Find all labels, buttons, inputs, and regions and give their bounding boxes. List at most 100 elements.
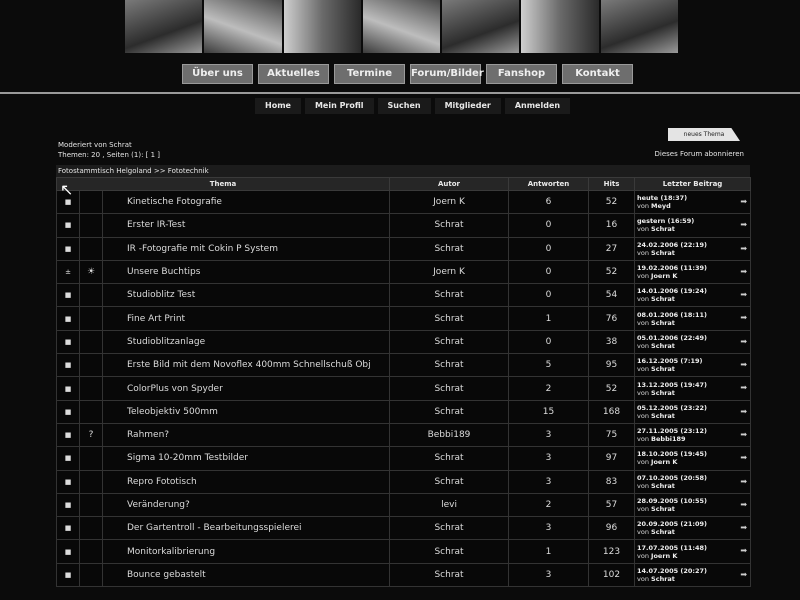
topic-title-link[interactable]: Der Gartentroll - Bearbeitungsspielerei xyxy=(101,516,391,541)
topic-author[interactable]: Schrat xyxy=(389,283,510,308)
topic-author[interactable]: Bebbi189 xyxy=(389,422,510,448)
nav-mein-profil[interactable]: Mein Profil xyxy=(304,98,374,114)
column-header-antworten[interactable]: Antworten xyxy=(508,177,590,191)
nav-aktuelles[interactable]: Aktuelles xyxy=(258,64,329,84)
topic-author[interactable]: Schrat xyxy=(389,446,510,471)
topic-title-link[interactable]: Studioblitzanlage xyxy=(101,329,391,355)
table-row[interactable]: ■ Erste Bild mit dem Novoflex 400mm Schne… xyxy=(56,353,752,378)
go-to-last-post-icon[interactable]: ➡ xyxy=(740,384,747,392)
go-to-last-post-icon[interactable]: ➡ xyxy=(740,570,747,579)
table-row[interactable]: ■ Monitorkalibrierung Schrat 1 123 17.07.2005… xyxy=(56,539,752,564)
breadcrumb[interactable]: Fotostammtisch Helgoland >> Fototechnik xyxy=(56,165,750,177)
last-post-author[interactable]: Bebbi189 xyxy=(651,435,685,443)
go-to-last-post-icon[interactable]: ➡ xyxy=(740,244,747,253)
last-post-author[interactable]: Schrat xyxy=(651,575,675,583)
table-row[interactable]: ■ Teleobjektiv 500mm Schrat 15 168 05.12.2005… xyxy=(56,399,752,424)
nav-kontakt[interactable]: Kontakt xyxy=(562,64,633,84)
last-post-author[interactable]: Schrat xyxy=(651,225,675,233)
nav-fanshop[interactable]: Fanshop xyxy=(486,64,557,84)
nav-mitglieder[interactable]: Mitglieder xyxy=(434,98,501,114)
topic-author[interactable]: Schrat xyxy=(389,562,510,588)
go-to-last-post-icon[interactable]: ➡ xyxy=(740,477,747,486)
go-to-last-post-icon[interactable]: ➡ xyxy=(740,547,747,555)
nav-home[interactable]: Home xyxy=(255,98,301,114)
nav-forum-bilder[interactable]: Forum/Bilder xyxy=(410,64,484,84)
last-post-author[interactable]: Schrat xyxy=(651,295,675,303)
topic-author[interactable]: Joern K xyxy=(389,259,510,285)
last-post-author[interactable]: Schrat xyxy=(651,319,675,327)
topic-title-link[interactable]: Rahmen? xyxy=(101,422,391,448)
go-to-last-post-icon[interactable]: ➡ xyxy=(740,198,747,206)
go-to-last-post-icon[interactable]: ➡ xyxy=(740,524,747,532)
column-header-hits[interactable]: Hits xyxy=(588,177,636,191)
table-row[interactable]: ■ Sigma 10-20mm Testbilder Schrat 3 97 18.10.… xyxy=(56,446,752,471)
table-row[interactable]: ■ Der Gartentroll - Bearbeitungsspielerei… xyxy=(56,516,752,541)
topic-author[interactable]: Schrat xyxy=(389,213,510,238)
last-post-author[interactable]: Schrat xyxy=(651,528,675,536)
column-header-letzter-beitrag[interactable]: Letzter Beitrag xyxy=(634,177,752,191)
topic-author[interactable]: Schrat xyxy=(389,539,510,564)
last-post-author[interactable]: Schrat xyxy=(651,412,675,420)
table-row[interactable]: ■ Studioblitzanlage Schrat 0 38 05.01.2006 (2… xyxy=(56,329,752,355)
subscribe-link[interactable]: Dieses Forum abonnieren xyxy=(655,150,745,158)
last-post-author[interactable]: Schrat xyxy=(651,249,675,257)
table-row[interactable]: ■ Erster IR-Test Schrat 0 16 gestern (16:59) v… xyxy=(56,213,752,238)
nav-anmelden[interactable]: Anmelden xyxy=(504,98,571,114)
table-row[interactable]: ■ Fine Art Print Schrat 1 76 08.01.2006 (18:1… xyxy=(56,306,752,331)
topic-author[interactable]: Schrat xyxy=(389,399,510,424)
last-post-author[interactable]: Meyd xyxy=(651,202,671,210)
topic-title-link[interactable]: Studioblitz Test xyxy=(101,283,391,308)
topic-author[interactable]: Schrat xyxy=(389,236,510,261)
go-to-last-post-icon[interactable]: ➡ xyxy=(740,291,747,299)
topic-author[interactable]: Schrat xyxy=(389,516,510,541)
go-to-last-post-icon[interactable]: ➡ xyxy=(740,430,747,439)
topic-author[interactable]: Joern K xyxy=(389,189,510,215)
topic-title-link[interactable]: Repro Fototisch xyxy=(101,469,391,494)
topic-author[interactable]: Schrat xyxy=(389,329,510,355)
topic-author[interactable]: Schrat xyxy=(389,376,510,401)
go-to-last-post-icon[interactable]: ➡ xyxy=(740,314,747,322)
nav-suchen[interactable]: Suchen xyxy=(377,98,431,114)
last-post-author[interactable]: Schrat xyxy=(651,505,675,513)
table-row[interactable]: ■ ColorPlus von Spyder Schrat 2 52 13.12.2005… xyxy=(56,376,752,401)
go-to-last-post-icon[interactable]: ➡ xyxy=(740,337,747,346)
table-row[interactable]: ■ Studioblitz Test Schrat 0 54 14.01.2006 (19… xyxy=(56,283,752,308)
go-to-last-post-icon[interactable]: ➡ xyxy=(740,407,747,416)
topic-title-link[interactable]: Fine Art Print xyxy=(101,306,391,331)
last-post-author[interactable]: Joern K xyxy=(651,552,677,560)
last-post-author[interactable]: Joern K xyxy=(651,272,677,280)
go-to-last-post-icon[interactable]: ➡ xyxy=(740,500,747,509)
column-header-thema[interactable]: Thema xyxy=(55,177,391,191)
last-post-author[interactable]: Schrat xyxy=(651,482,675,490)
topic-title-link[interactable]: Erster IR-Test xyxy=(101,213,391,238)
topic-author[interactable]: Schrat xyxy=(389,353,510,378)
topic-author[interactable]: levi xyxy=(389,492,510,518)
table-row[interactable]: ■ Veränderung? levi 2 57 28.09.2005 (10:55) vo… xyxy=(56,492,752,518)
topic-title-link[interactable]: ColorPlus von Spyder xyxy=(101,376,391,401)
new-topic-button[interactable]: neues Thema xyxy=(668,128,740,141)
topic-title-link[interactable]: Bounce gebastelt xyxy=(101,562,391,588)
table-row[interactable]: ■ Repro Fototisch Schrat 3 83 07.10.2005 (20:… xyxy=(56,469,752,494)
topic-title-link[interactable]: Erste Bild mit dem Novoflex 400mm Schnel… xyxy=(101,353,391,378)
last-post-author[interactable]: Joern K xyxy=(651,458,677,466)
last-post-author[interactable]: Schrat xyxy=(651,389,675,397)
table-row[interactable]: ■ IR -Fotografie mit Cokin P System Schrat… xyxy=(56,236,752,261)
table-row[interactable]: ■? Rahmen? Bebbi189 3 75 27.11.2005 (23:12) vo… xyxy=(56,422,752,448)
table-row[interactable]: ■ Kinetische Fotografie Joern K 6 52 heute (1… xyxy=(56,189,752,215)
topic-author[interactable]: Schrat xyxy=(389,469,510,494)
nav-ueber-uns[interactable]: Über uns xyxy=(182,64,253,84)
topic-title-link[interactable]: Monitorkalibrierung xyxy=(101,539,391,564)
topic-title-link[interactable]: Teleobjektiv 500mm xyxy=(101,399,391,424)
topic-title-link[interactable]: Unsere Buchtips xyxy=(101,259,391,285)
table-row[interactable]: ■ Bounce gebastelt Schrat 3 102 14.07.2005 (2… xyxy=(56,562,752,588)
last-post-author[interactable]: Schrat xyxy=(651,342,675,350)
table-row[interactable]: ± ☀ Unsere Buchtips Joern K 0 52 19.02.2006 (1… xyxy=(56,259,752,285)
last-post-author[interactable]: Schrat xyxy=(651,365,675,373)
go-to-last-post-icon[interactable]: ➡ xyxy=(740,454,747,462)
go-to-last-post-icon[interactable]: ➡ xyxy=(740,267,747,276)
topic-title-link[interactable]: Veränderung? xyxy=(101,492,391,518)
column-header-autor[interactable]: Autor xyxy=(389,177,510,191)
go-to-last-post-icon[interactable]: ➡ xyxy=(740,221,747,229)
topic-author[interactable]: Schrat xyxy=(389,306,510,331)
topic-title-link[interactable]: Kinetische Fotografie xyxy=(101,189,391,215)
